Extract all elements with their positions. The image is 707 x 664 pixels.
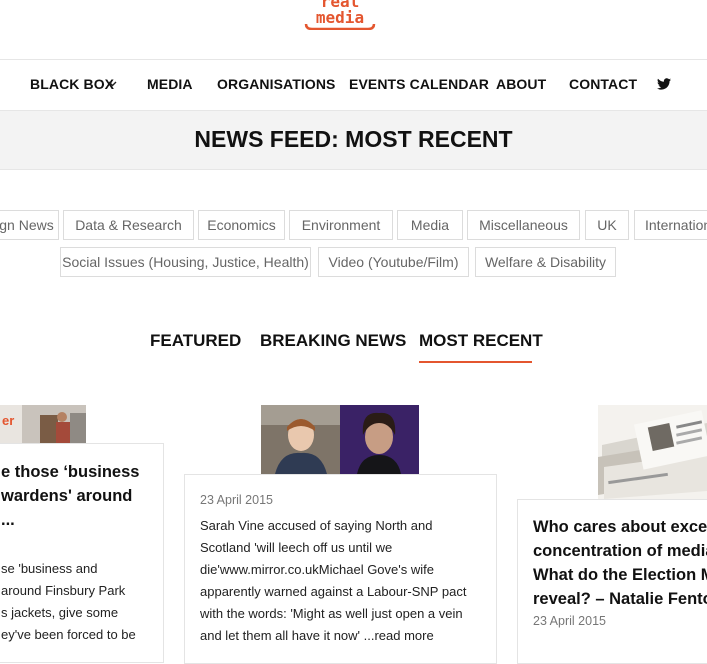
title-line: ...: [1, 511, 15, 529]
article-image-busker: er: [0, 405, 86, 443]
page-banner: NEWS FEED: MOST RECENT: [0, 110, 707, 170]
excerpt-line: apparently warned against a Labour-SNP p…: [200, 584, 467, 599]
excerpt-line: ey've been forced to be: [1, 627, 136, 642]
title-line: reveal? – Natalie Fento: [533, 590, 707, 608]
tab-most-recent[interactable]: MOST RECENT: [419, 331, 543, 351]
category-tag-international[interactable]: Internation: [634, 210, 707, 240]
category-tag-uk[interactable]: UK: [585, 210, 629, 240]
category-tag-data-research[interactable]: Data & Research: [63, 210, 194, 240]
logo-bracket-icon: [304, 24, 376, 30]
category-tag-foreign-news[interactable]: gn News: [0, 210, 59, 240]
title-line: What do the Election M: [533, 566, 707, 584]
excerpt-line: die'www.mirror.co.ukMichael Gove's wife: [200, 562, 434, 577]
site-logo[interactable]: real media: [300, 0, 380, 42]
title-line: wardens' around: [1, 487, 133, 505]
category-tag-economics[interactable]: Economics: [198, 210, 285, 240]
article-thumbnail-1[interactable]: er: [0, 405, 86, 443]
category-tag-social-issues[interactable]: Social Issues (Housing, Justice, Health): [60, 247, 311, 277]
page-title: NEWS FEED: MOST RECENT: [194, 126, 513, 152]
nav-about[interactable]: ABOUT: [496, 76, 546, 92]
nav-media[interactable]: MEDIA: [147, 76, 193, 92]
category-tag-media[interactable]: Media: [397, 210, 463, 240]
article-thumbnail-2[interactable]: [261, 405, 419, 474]
title-line: concentration of media: [533, 542, 707, 560]
svg-text:er: er: [2, 413, 14, 428]
article-card-2[interactable]: 23 April 2015 Sarah Vine accused of sayi…: [184, 474, 497, 664]
excerpt-line: s jackets, give some: [1, 605, 119, 620]
title-line: e those ‘business: [1, 463, 140, 481]
article-date-3: 23 April 2015: [533, 614, 606, 628]
main-nav: BLACK BOX MEDIA ORGANISATIONS EVENTS CAL…: [0, 60, 707, 110]
nav-black-box[interactable]: BLACK BOX: [30, 76, 114, 92]
category-tag-environment[interactable]: Environment: [289, 210, 393, 240]
chevron-down-icon[interactable]: [108, 81, 117, 87]
nav-events-calendar[interactable]: EVENTS CALENDAR: [349, 76, 489, 92]
article-card-3[interactable]: Who cares about exces concentration of m…: [517, 499, 707, 664]
article-image-politicians: [261, 405, 419, 474]
article-title-1[interactable]: e those ‘business wardens' around ...: [1, 460, 163, 532]
tab-breaking-news[interactable]: BREAKING NEWS: [260, 331, 406, 351]
excerpt-line: Sarah Vine accused of saying North and: [200, 518, 433, 533]
category-tag-miscellaneous[interactable]: Miscellaneous: [467, 210, 580, 240]
excerpt-line: around Finsbury Park: [1, 583, 126, 598]
nav-contact[interactable]: CONTACT: [569, 76, 637, 92]
title-line: Who cares about exces: [533, 518, 707, 536]
nav-organisations[interactable]: ORGANISATIONS: [217, 76, 336, 92]
article-excerpt-1: se 'business and around Finsbury Park s …: [1, 558, 163, 646]
article-image-newspapers: [598, 405, 707, 499]
article-title-3[interactable]: Who cares about exces concentration of m…: [533, 515, 707, 611]
excerpt-line: with the words: 'Might as well just open…: [200, 606, 463, 621]
category-tag-welfare-disability[interactable]: Welfare & Disability: [475, 247, 616, 277]
category-tag-video[interactable]: Video (Youtube/Film): [318, 247, 469, 277]
excerpt-line: Scotland 'will leech off us until we: [200, 540, 393, 555]
excerpt-line: se 'business and: [1, 561, 98, 576]
article-date-2: 23 April 2015: [200, 493, 273, 507]
logo-text: real media: [307, 0, 373, 26]
article-thumbnail-3[interactable]: [598, 405, 707, 499]
twitter-icon[interactable]: [657, 78, 671, 90]
article-excerpt-2: Sarah Vine accused of saying North and S…: [200, 515, 490, 647]
article-card-1[interactable]: e those ‘business wardens' around ... se…: [0, 443, 164, 663]
tab-featured[interactable]: FEATURED: [150, 331, 241, 351]
active-tab-indicator: [419, 361, 532, 363]
